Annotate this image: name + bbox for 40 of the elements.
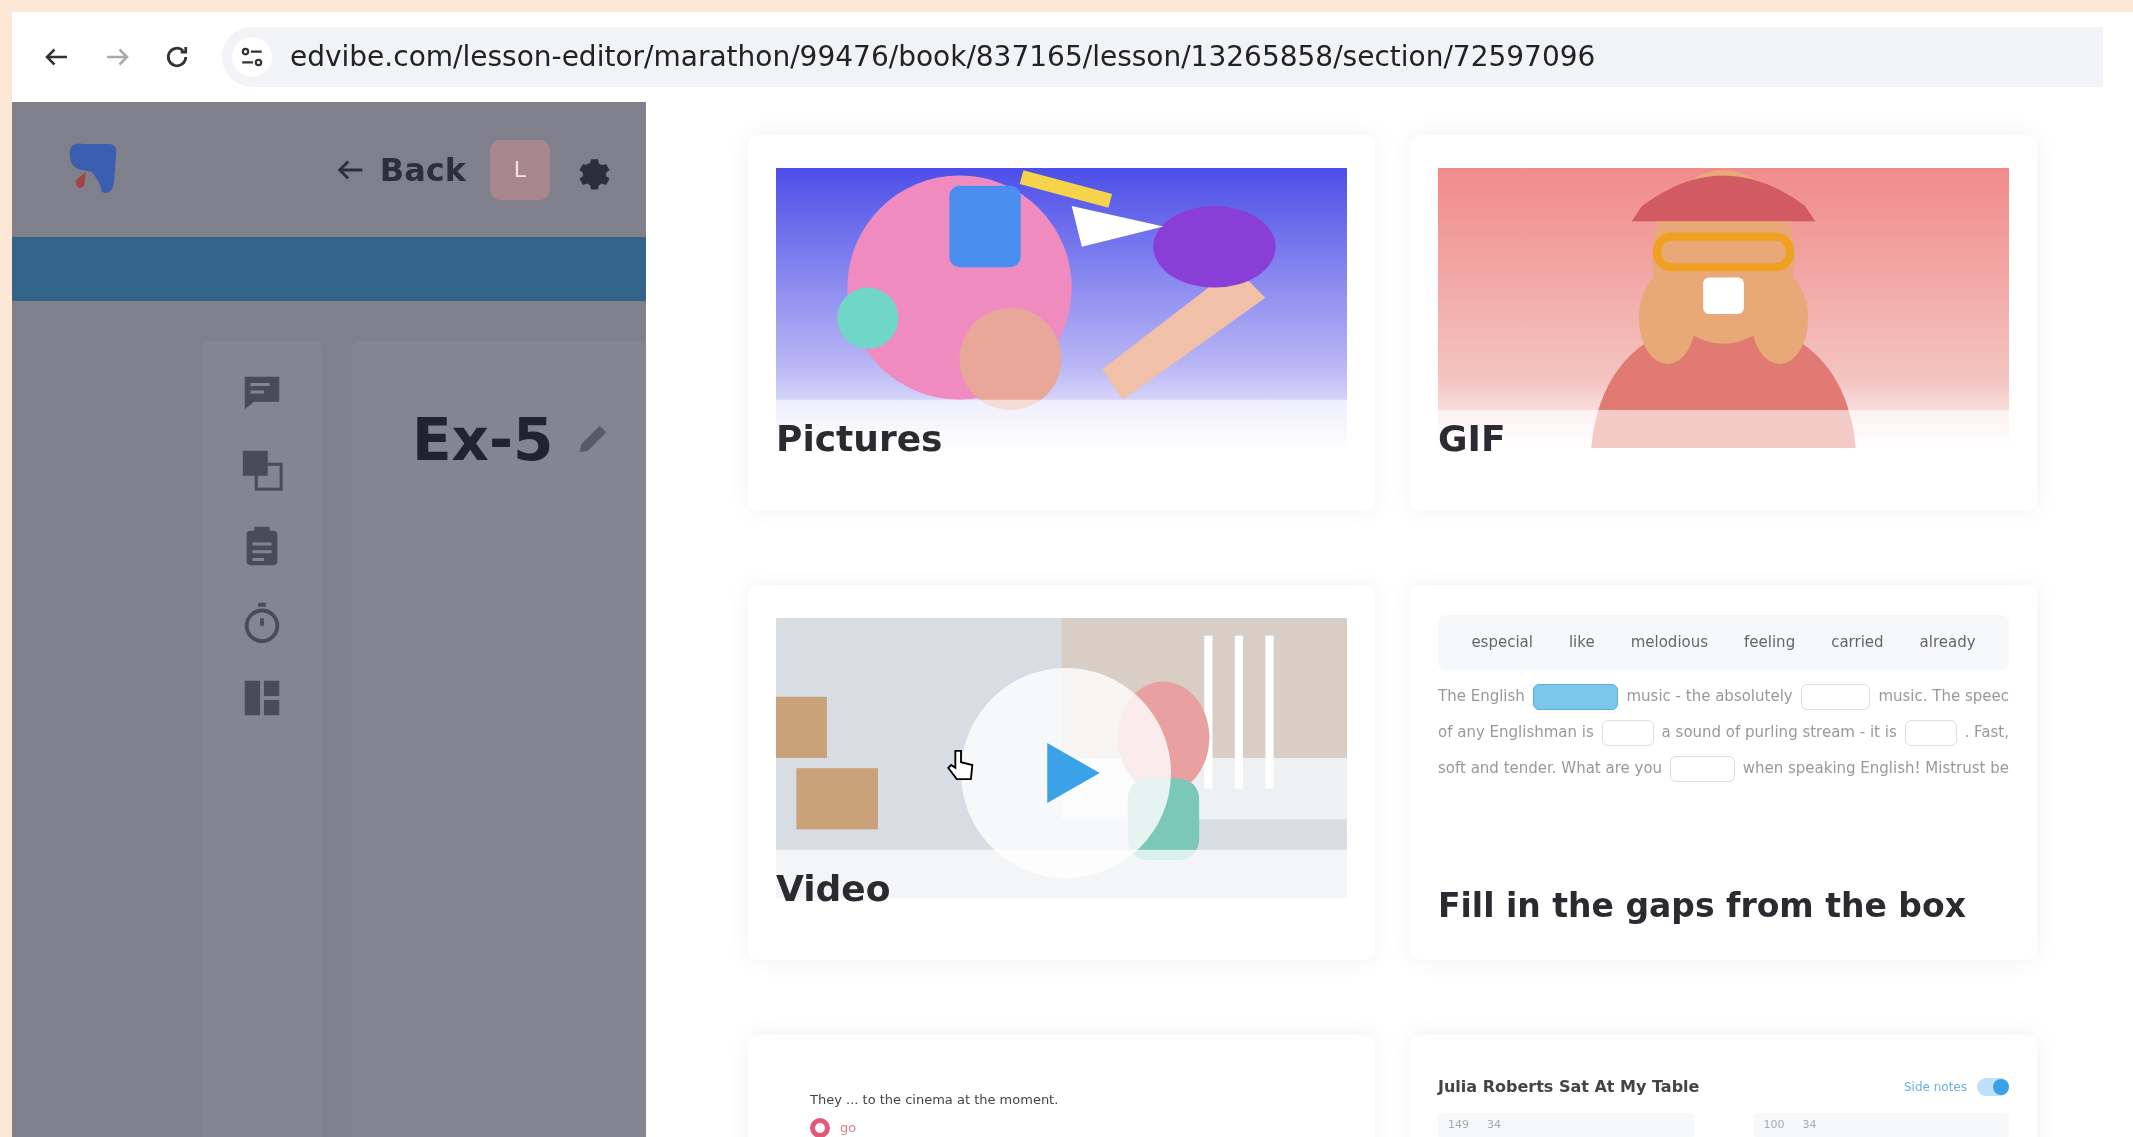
card-title: Video xyxy=(776,867,891,911)
exercise-card[interactable]: They ... to the cinema at the moment. go xyxy=(748,1035,1375,1137)
card-title: Fill in the gaps from the box xyxy=(1438,884,1966,926)
address-bar[interactable]: edvibe.com/lesson-editor/marathon/99476/book/837165/lesson/13265858/section/72597096 xyxy=(222,27,2103,87)
cursor-icon xyxy=(946,748,976,782)
word-count: 34 xyxy=(1802,1117,1817,1133)
word-chip[interactable]: already xyxy=(1919,631,1976,654)
sentence-text: of any Englishman is xyxy=(1438,722,1594,744)
word-chip[interactable]: like xyxy=(1568,631,1595,654)
text-title: Julia Roberts Sat At My Table xyxy=(1438,1076,1700,1098)
sentence-text: music. The speec xyxy=(1878,686,2009,708)
gap-field[interactable] xyxy=(1532,683,1619,710)
sentence-text: when speaking English! Mistrust be xyxy=(1742,758,2009,780)
sentence-text: music - the absolutely xyxy=(1626,686,1793,708)
url-text: edvibe.com/lesson-editor/marathon/99476/book/837165/lesson/13265858/section/72597096 xyxy=(290,39,1596,75)
sentence-text: a sound of purling stream - it is xyxy=(1661,722,1897,744)
exercise-card[interactable]: GIF xyxy=(1410,135,2037,510)
word-chip[interactable]: carried xyxy=(1831,631,1884,654)
exercise-card[interactable]: Video xyxy=(748,585,1375,960)
card-title: Pictures xyxy=(776,417,943,461)
sentence-text: The English xyxy=(1438,686,1525,708)
back-button[interactable]: Back xyxy=(333,145,466,194)
exercise-title: Ex-5 xyxy=(412,411,554,469)
option-label: go xyxy=(840,1118,857,1137)
sentence-text: They ... to the cinema at the moment. xyxy=(810,1091,1060,1109)
sentence-text: soft and tender. What are you xyxy=(1438,758,1663,780)
card-title: GIF xyxy=(1438,417,1506,461)
toggle-switch[interactable] xyxy=(1977,1078,2009,1096)
character-count: 100 xyxy=(1763,1117,1785,1133)
toggle-label: Side notes xyxy=(1903,1079,1967,1096)
exercise-card[interactable]: Julia Roberts Sat At My Table Side notes 149 34 100 34 xyxy=(1410,1035,2037,1137)
radio-button[interactable] xyxy=(810,1117,830,1137)
character-count: 149 xyxy=(1448,1117,1469,1133)
sentence-text: . Fast, xyxy=(1964,722,2009,744)
word-chip[interactable]: feeling xyxy=(1744,631,1796,654)
word-chip[interactable]: melodious xyxy=(1630,631,1709,654)
word-count: 34 xyxy=(1487,1117,1501,1133)
word-chip[interactable]: especial xyxy=(1471,631,1533,654)
exercise-card[interactable]: Pictures xyxy=(748,135,1375,510)
exercise-card[interactable] xyxy=(1410,585,2037,960)
